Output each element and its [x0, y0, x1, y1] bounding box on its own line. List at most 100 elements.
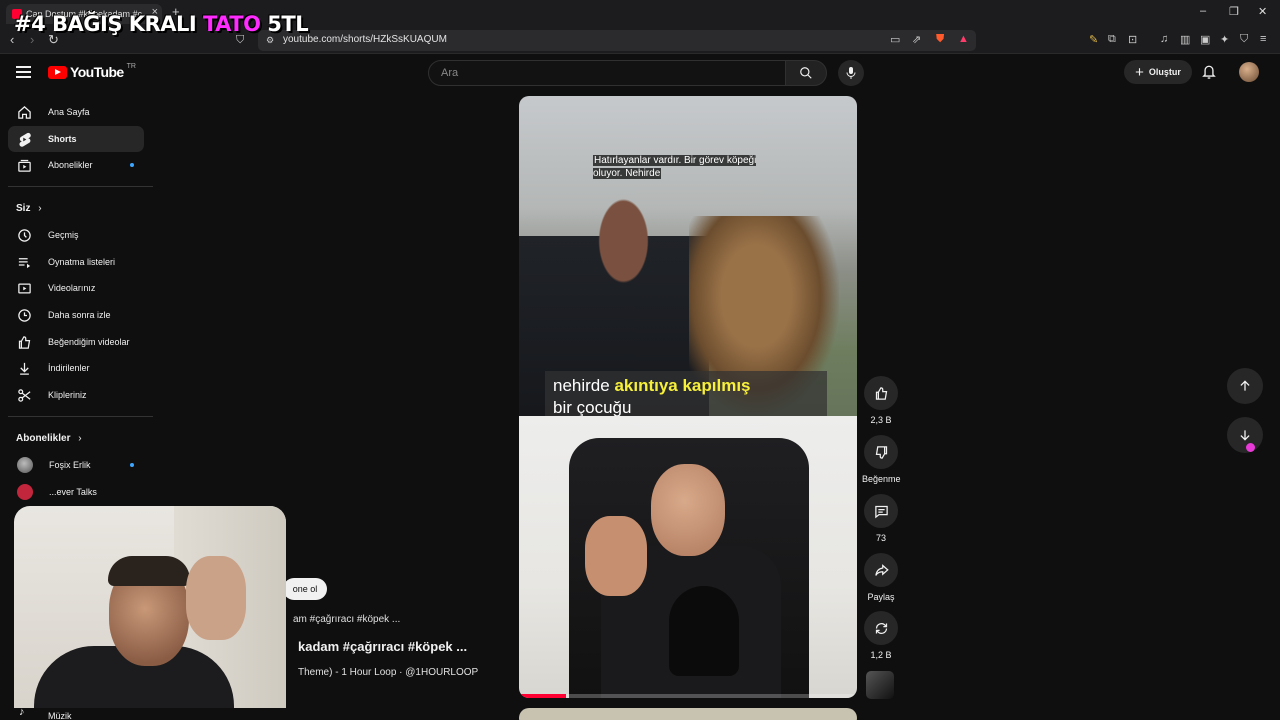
- youtube-logo[interactable]: YouTube TR: [48, 62, 136, 80]
- comments-button[interactable]: 73: [862, 494, 900, 543]
- account-avatar[interactable]: [1239, 62, 1259, 82]
- voice-search-button[interactable]: [838, 60, 864, 86]
- next-short-preview[interactable]: [519, 708, 857, 720]
- subs-heading-label: Abonelikler: [16, 433, 71, 444]
- remix-button[interactable]: 1,2 B: [862, 611, 900, 660]
- sidebar-panel-icon[interactable]: ▥: [1180, 33, 1190, 46]
- sidebar-item-clips[interactable]: Klipleriniz: [8, 382, 144, 408]
- search-button[interactable]: [785, 60, 827, 86]
- webcam-person-hair: [108, 556, 190, 586]
- wallet-icon[interactable]: ▣: [1200, 33, 1210, 46]
- thumbs-up-icon: [875, 386, 887, 400]
- short-title[interactable]: kadam #çağrıracı #köpek ...: [298, 639, 467, 654]
- sidebar-item-label: Geçmiş: [48, 230, 79, 240]
- sidebar-item-label: Abonelikler: [48, 160, 93, 170]
- video-progress-bar[interactable]: [519, 694, 857, 698]
- shorts-video-player[interactable]: Hatırlayanlar vardır. Bir görev köpeği o…: [519, 96, 857, 698]
- sidebar-item-label: Klipleriniz: [48, 390, 87, 400]
- like-count: 2,3 B: [870, 415, 892, 425]
- sidebar-item-downloads[interactable]: İndirilenler: [8, 355, 144, 381]
- sidebar-channel-2[interactable]: ...ever Talks: [8, 479, 144, 505]
- share-page-icon[interactable]: ⇗: [912, 33, 921, 46]
- search-input[interactable]: Ara: [428, 60, 786, 86]
- extensions-icon[interactable]: ⧉: [1108, 33, 1116, 46]
- menu-icon[interactable]: [16, 66, 31, 78]
- dislike-label: Beğenme: [862, 474, 901, 484]
- sidebar-item-your-videos[interactable]: Videolarınız: [8, 275, 144, 301]
- share-button[interactable]: Paylaş: [862, 553, 900, 602]
- screenshot-icon[interactable]: ⊡: [1128, 33, 1137, 46]
- sidebar-item-history[interactable]: Geçmiş: [8, 222, 144, 248]
- logo-text: YouTube: [70, 64, 124, 80]
- maximize-icon[interactable]: ❐: [1229, 5, 1239, 18]
- sidebar-item-label: Videolarınız: [48, 283, 96, 293]
- sidebar-item-watch-later[interactable]: Daha sonra izle: [8, 302, 144, 328]
- history-icon: [18, 228, 31, 242]
- plus-icon: +: [1135, 63, 1144, 81]
- audio-track-thumbnail[interactable]: [866, 671, 894, 699]
- webcam-person-hand: [186, 556, 246, 640]
- next-short-button[interactable]: [1227, 417, 1263, 453]
- streamer-webcam-overlay: [14, 506, 286, 708]
- playlist-icon: [18, 257, 31, 268]
- youtube-header: YouTube TR Ara + Oluştur: [0, 54, 1280, 92]
- scissors-icon: [18, 388, 31, 402]
- sidebar-subscriptions-heading[interactable]: Abonelikler ›: [16, 433, 82, 444]
- share-icon: [874, 563, 889, 576]
- comment-icon: [874, 505, 888, 518]
- media-icon[interactable]: ♫: [1160, 33, 1168, 45]
- short-audio-track[interactable]: Theme) - 1 Hour Loop · @1HOURLOOP: [298, 667, 480, 678]
- logo-region: TR: [126, 62, 136, 70]
- video-clip-top: Hatırlayanlar vardır. Bir görev köpeği o…: [519, 96, 857, 423]
- address-bar[interactable]: ⚙ youtube.com/shorts/HZkSsKUAQUM ▭ ⇗ ⛊ ▲: [258, 30, 976, 51]
- subscriptions-icon: [18, 159, 31, 172]
- remix-count: 1,2 B: [870, 650, 892, 660]
- sidebar-item-label: Ana Sayfa: [48, 107, 90, 117]
- chevron-right-icon: ›: [38, 203, 42, 214]
- sidebar-item-playlists[interactable]: Oynatma listeleri: [8, 249, 144, 275]
- sidebar-item-label: Foşix Erlik: [49, 460, 91, 470]
- site-info-icon[interactable]: ⚙: [266, 35, 274, 46]
- sidebar-item-subscriptions[interactable]: Abonelikler: [8, 152, 144, 178]
- podcast-microphone: [669, 586, 739, 676]
- brave-shield-icon[interactable]: ⛊: [936, 33, 944, 46]
- sidebar-item-liked-videos[interactable]: Beğendiğim videolar: [8, 329, 144, 355]
- sidebar-item-music[interactable]: Müzik: [48, 711, 72, 720]
- vpn-icon[interactable]: ⛉: [1240, 33, 1248, 46]
- subscribe-button[interactable]: one ol: [283, 578, 327, 600]
- dislike-button[interactable]: Beğenme: [862, 435, 901, 484]
- overlay-amount: 5TL: [267, 12, 309, 36]
- streamer-clip: [519, 416, 857, 698]
- sidebar-divider: [8, 416, 153, 417]
- stream-overlay-title: #4 BAĞIŞ KRALI TATO 5TL: [14, 12, 309, 36]
- create-label: Oluştur: [1148, 67, 1181, 77]
- create-button[interactable]: + Oluştur: [1124, 60, 1192, 84]
- short-hashtags[interactable]: am #çağrıracı #köpek ...: [293, 614, 400, 625]
- sidebar-item-shorts[interactable]: Shorts: [8, 126, 144, 152]
- thumbs-down-icon: [875, 445, 887, 459]
- like-icon: [18, 335, 31, 349]
- previous-short-button[interactable]: [1227, 368, 1263, 404]
- rewards-icon[interactable]: ▲: [958, 33, 969, 45]
- notifications-bell-icon[interactable]: [1201, 63, 1217, 80]
- channel-avatar: [17, 484, 33, 500]
- minimize-icon[interactable]: –: [1200, 5, 1206, 17]
- shorts-icon: [19, 132, 31, 147]
- cursor-highlight-dot: [1246, 443, 1255, 452]
- ai-icon[interactable]: ✦: [1220, 33, 1229, 46]
- sidebar-channel-fosix-erlik[interactable]: Foşix Erlik: [8, 452, 144, 478]
- like-button[interactable]: 2,3 B: [862, 376, 900, 425]
- sidebar-divider: [8, 186, 153, 187]
- window-close-icon[interactable]: ✕: [1258, 5, 1267, 18]
- microphone-icon: [846, 67, 856, 79]
- pencil-extension-icon[interactable]: ✎: [1089, 33, 1098, 46]
- browser-menu-icon[interactable]: ≡: [1260, 33, 1266, 45]
- sidebar-item-label: İndirilenler: [48, 363, 90, 373]
- cast-icon[interactable]: ▭: [890, 33, 900, 46]
- sidebar-item-home[interactable]: Ana Sayfa: [8, 99, 144, 125]
- overlay-rank: #4 BAĞIŞ KRALI: [14, 12, 197, 36]
- video-icon: [18, 283, 31, 293]
- streamer-head: [651, 464, 725, 556]
- arrow-up-icon: [1240, 380, 1250, 391]
- sidebar-you-heading[interactable]: Siz ›: [16, 203, 42, 214]
